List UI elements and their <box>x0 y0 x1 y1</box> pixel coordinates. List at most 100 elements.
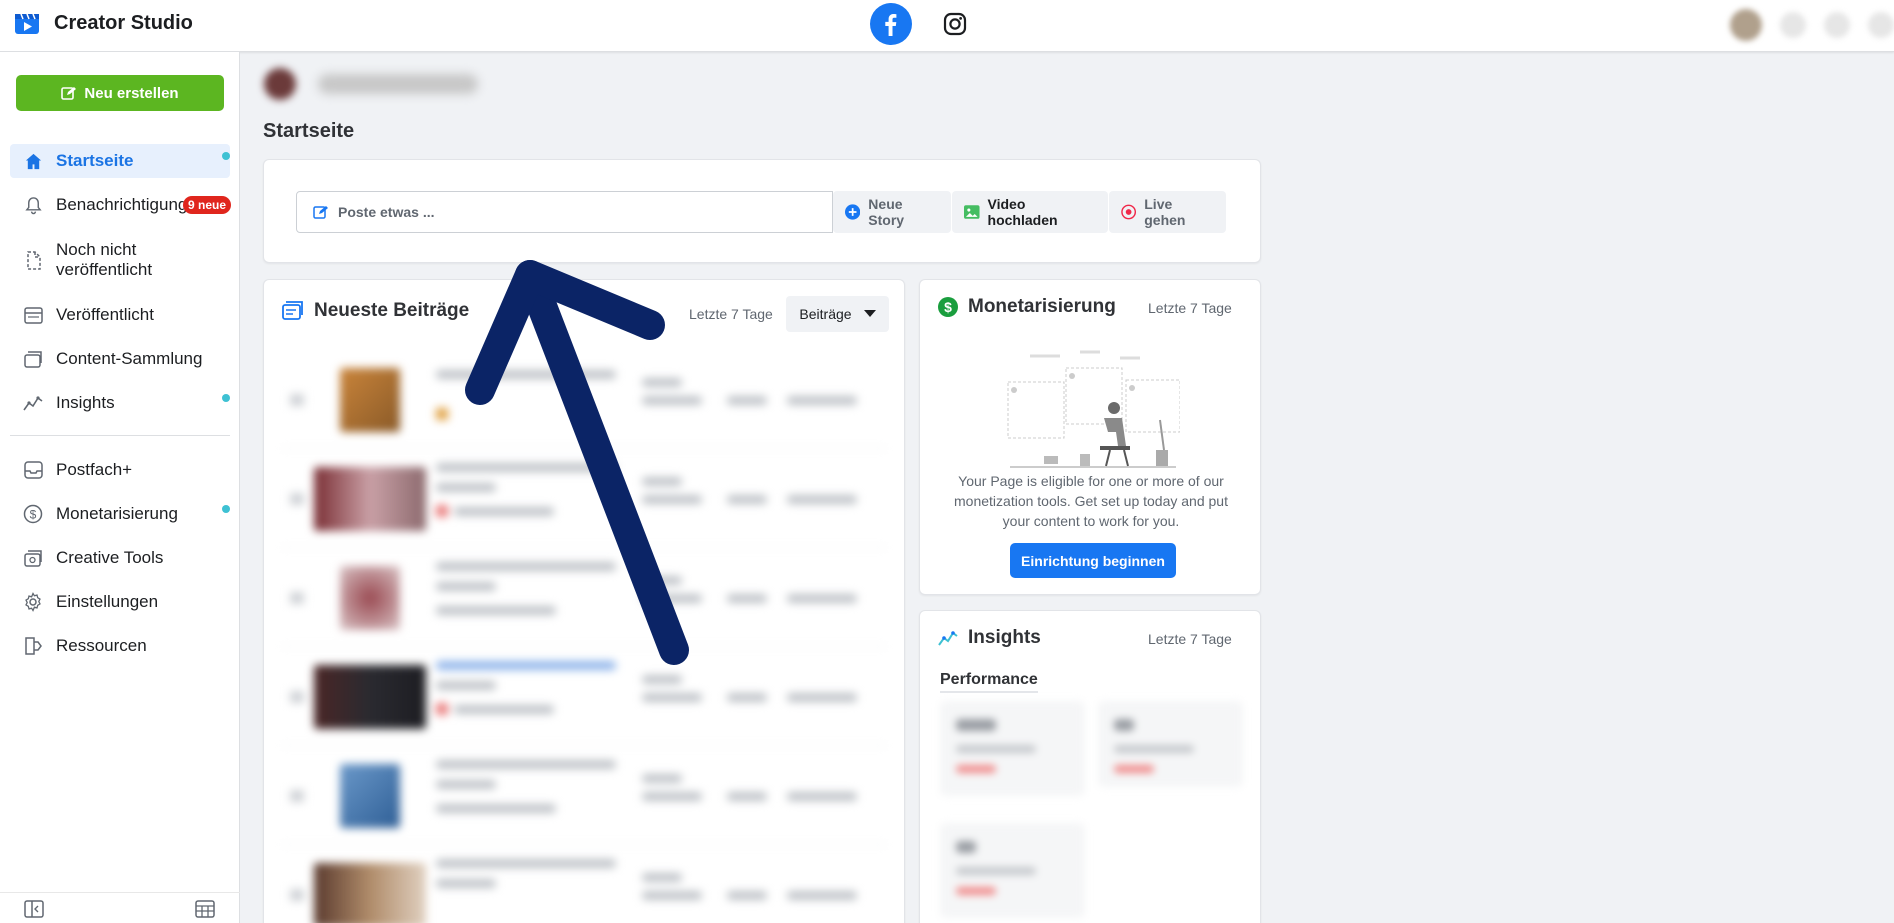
sidebar-divider <box>10 435 230 436</box>
edit-icon <box>313 205 328 219</box>
published-icon <box>10 306 56 324</box>
plus-circle-icon <box>845 204 861 220</box>
live-icon <box>1121 204 1137 220</box>
posts-filter-dropdown[interactable]: Beiträge <box>786 296 889 332</box>
new-story-button[interactable]: Neue Story <box>833 191 951 233</box>
create-new-button[interactable]: Neu erstellen <box>16 75 224 111</box>
facebook-icon <box>885 14 897 36</box>
go-live-label: Live gehen <box>1144 196 1186 228</box>
sidebar-item-label: Insights <box>56 393 115 412</box>
insights-kpi-card[interactable] <box>1098 701 1243 787</box>
post-row[interactable] <box>282 449 886 548</box>
recent-posts-card: Neueste Beiträge Letzte 7 Tage Beiträge <box>263 279 905 923</box>
library-icon <box>10 350 56 368</box>
insights-kpi-card[interactable] <box>940 823 1085 918</box>
sidebar-item-label: Creative Tools <box>56 548 164 567</box>
new-indicator-dot <box>222 394 230 402</box>
inbox-icon <box>10 461 56 479</box>
posts-filter-label: Beiträge <box>799 306 852 322</box>
gear-icon <box>10 592 56 612</box>
sidebar-item-label: Ressourcen <box>56 636 147 655</box>
sidebar-item-label: Content-Sammlung <box>56 349 203 368</box>
post-row[interactable] <box>282 548 886 647</box>
edit-icon <box>61 86 77 100</box>
help-icon[interactable] <box>1780 12 1806 38</box>
post-row[interactable] <box>282 350 886 449</box>
sidebar-item-einstellungen[interactable]: Einstellungen <box>10 585 230 619</box>
performance-heading: Performance <box>940 671 1038 693</box>
sidebar-item-label: Noch nicht veröffentlicht <box>56 240 153 279</box>
insights-kpi-card[interactable] <box>940 701 1085 796</box>
dollar-icon: $ <box>10 504 56 524</box>
sidebar-item-benachrichtigung[interactable]: Benachrichtigung 9 neue <box>10 188 231 222</box>
new-story-label: Neue Story <box>868 196 905 228</box>
insights-card: Insights Letzte 7 Tage Performance <box>919 610 1261 923</box>
instagram-icon <box>943 12 967 36</box>
sidebar-item-monetarisierung[interactable]: $ Monetarisierung <box>10 497 230 531</box>
dollar-icon: $ <box>938 297 958 317</box>
post-row[interactable] <box>282 647 886 746</box>
notification-badge: 9 neue <box>182 196 231 214</box>
bell-icon <box>10 196 56 215</box>
page-avatar[interactable] <box>264 68 296 100</box>
upload-video-label: Video hochladen <box>987 196 1058 228</box>
sidebar-item-label: Veröffentlicht <box>56 305 154 324</box>
collapse-sidebar-icon[interactable] <box>24 900 44 918</box>
upload-video-button[interactable]: Video hochladen <box>952 191 1108 233</box>
post-row[interactable] <box>282 845 886 923</box>
sidebar-item-label: Monetarisierung <box>56 504 178 523</box>
sidebar-item-postfach[interactable]: Postfach+ <box>10 453 230 487</box>
menu-icon[interactable] <box>1824 12 1850 38</box>
photo-video-icon <box>964 205 980 219</box>
creator-studio-logo-icon <box>15 13 39 34</box>
start-setup-button[interactable]: Einrichtung beginnen <box>1010 543 1176 578</box>
creative-tools-icon <box>10 549 56 567</box>
create-new-label: Neu erstellen <box>84 84 179 102</box>
recent-posts-title: Neueste Beiträge <box>314 300 470 321</box>
top-bar: Creator Studio <box>0 0 1894 52</box>
page-selector[interactable] <box>318 74 478 94</box>
go-live-button[interactable]: Live gehen <box>1109 191 1226 233</box>
instagram-tab[interactable] <box>940 9 970 39</box>
table-view-icon[interactable] <box>195 900 215 918</box>
brand[interactable]: Creator Studio <box>14 10 193 36</box>
monetization-card: $ Monetarisierung Letzte 7 Tage Your Pag… <box>919 279 1261 595</box>
svg-text:$: $ <box>944 299 952 315</box>
monetization-title: Monetarisierung <box>968 296 1116 317</box>
sidebar-item-startseite[interactable]: Startseite <box>10 144 230 178</box>
monetization-range: Letzte 7 Tage <box>1148 300 1232 316</box>
insights-header: Insights <box>938 627 1041 649</box>
insights-icon <box>938 631 958 646</box>
sidebar-footer <box>0 892 240 923</box>
insights-title: Insights <box>968 627 1041 648</box>
monetization-description: Your Page is eligible for one or more of… <box>954 473 1228 529</box>
sidebar-item-label: Benachrichtigung <box>56 195 188 214</box>
new-indicator-dot <box>222 505 230 513</box>
account-avatar[interactable] <box>1730 9 1762 41</box>
sidebar-item-noch-nicht-veroeffentlicht[interactable]: Noch nicht veröffentlicht <box>10 238 230 282</box>
caret-down-icon <box>863 310 876 317</box>
sidebar-item-content-sammlung[interactable]: Content-Sammlung <box>10 342 230 376</box>
sidebar-item-creative-tools[interactable]: Creative Tools <box>10 541 230 575</box>
insights-icon <box>10 395 56 411</box>
facebook-tab[interactable] <box>870 3 912 45</box>
svg-text:$: $ <box>30 508 37 522</box>
draft-icon <box>10 250 56 270</box>
compose-post-input[interactable]: Poste etwas ... <box>296 191 833 233</box>
compose-placeholder: Poste etwas ... <box>338 204 435 220</box>
sidebar-item-veroeffentlicht[interactable]: Veröffentlicht <box>10 298 230 332</box>
post-row[interactable] <box>282 746 886 845</box>
more-icon[interactable] <box>1868 12 1894 38</box>
composer-card: Poste etwas ... Neue Story Video hochlad… <box>263 159 1261 263</box>
new-indicator-dot <box>222 152 230 160</box>
posts-icon <box>282 301 303 320</box>
insights-range: Letzte 7 Tage <box>1148 631 1232 647</box>
sidebar-item-insights[interactable]: Insights <box>10 386 230 420</box>
page-title: Startseite <box>263 120 355 142</box>
sidebar-item-label: Postfach+ <box>56 460 133 479</box>
sidebar-item-ressourcen[interactable]: Ressourcen <box>10 629 230 663</box>
monetization-illustration <box>1007 350 1180 468</box>
sidebar: Neu erstellen Startseite Benachrichtigun… <box>0 52 240 923</box>
sidebar-item-label: Startseite <box>56 151 134 170</box>
sidebar-item-label: Einstellungen <box>56 592 159 611</box>
